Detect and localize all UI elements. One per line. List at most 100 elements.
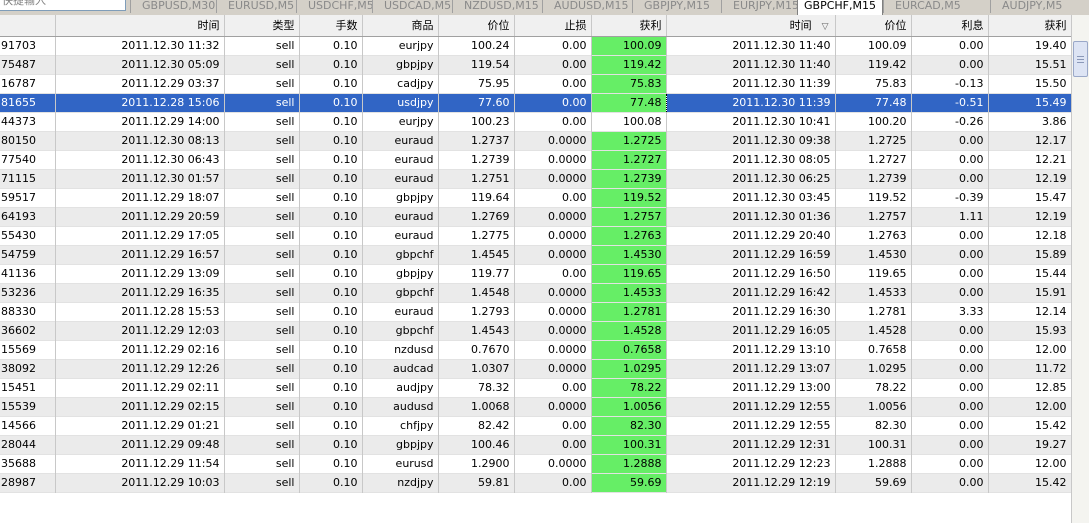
open-time-cell: 2011.12.30 08:13 bbox=[55, 131, 225, 150]
col-swap-header[interactable]: 利息 bbox=[911, 15, 989, 37]
table-row[interactable]: 16787 2011.12.29 03:37 sell 0.10 cadjpy 75.95… bbox=[0, 74, 1071, 93]
table-header-row: 时间 类型 手数 商品 价位 止损 获利 时间 ▽ 价位 利息 获利 bbox=[0, 15, 1071, 37]
vertical-scrollbar[interactable] bbox=[1071, 15, 1089, 523]
open-price-cell: 0.7670 bbox=[438, 340, 515, 359]
tab-audjpy-m5[interactable]: AUDJPY,M5 bbox=[990, 0, 1089, 13]
col-lots-header[interactable]: 手数 bbox=[299, 15, 363, 37]
table-row[interactable]: 91703 2011.12.30 11:32 sell 0.10 eurjpy 100.2… bbox=[0, 36, 1071, 55]
table-row[interactable]: 15539 2011.12.29 02:15 sell 0.10 audusd 1.006… bbox=[0, 397, 1071, 416]
lots-cell: 0.10 bbox=[299, 245, 363, 264]
lots-cell: 0.10 bbox=[299, 321, 363, 340]
col-stop-loss-header[interactable]: 止损 bbox=[514, 15, 592, 37]
open-time-cell: 2011.12.29 11:54 bbox=[55, 454, 225, 473]
type-cell: sell bbox=[224, 416, 300, 435]
table-row[interactable]: 75487 2011.12.30 05:09 sell 0.10 gbpjpy 119.5… bbox=[0, 55, 1071, 74]
chart-tab-strip: 快捷输入 GBPUSD,M30 EURUSD,M5 USDCHF,M5 USDCAD,… bbox=[0, 0, 1089, 16]
col-take-profit-header[interactable]: 获利 bbox=[591, 15, 667, 37]
table-row[interactable]: 81655 2011.12.28 15:06 sell 0.10 usdjpy 77.60… bbox=[0, 92, 1071, 113]
table-row[interactable]: 53236 2011.12.29 16:35 sell 0.10 gbpchf 1.454… bbox=[0, 283, 1071, 302]
col-close-price-header[interactable]: 价位 bbox=[835, 15, 912, 37]
stop-loss-cell: 0.0000 bbox=[514, 150, 592, 169]
swap-cell: 0.00 bbox=[911, 435, 989, 454]
close-price-cell: 77.48 bbox=[835, 93, 912, 112]
open-time-cell: 2011.12.28 15:06 bbox=[55, 93, 225, 112]
table-row[interactable]: 41136 2011.12.29 13:09 sell 0.10 gbpjpy 119.7… bbox=[0, 264, 1071, 283]
close-time-cell: 2011.12.30 09:38 bbox=[666, 131, 836, 150]
table-row[interactable]: 64193 2011.12.29 20:59 sell 0.10 euraud 1.276… bbox=[0, 207, 1071, 226]
col-type-header[interactable]: 类型 bbox=[224, 15, 300, 37]
tab-nzdusd-m15[interactable]: NZDUSD,M15 bbox=[452, 0, 542, 13]
take-profit-cell: 78.22 bbox=[591, 378, 667, 397]
table-row[interactable]: 71115 2011.12.30 01:57 sell 0.10 euraud 1.275… bbox=[0, 169, 1071, 188]
close-time-cell: 2011.12.29 12:19 bbox=[666, 473, 836, 492]
table-row[interactable]: 88330 2011.12.28 15:53 sell 0.10 euraud 1.279… bbox=[0, 302, 1071, 321]
table-row[interactable]: 15451 2011.12.29 02:11 sell 0.10 audjpy 78.32… bbox=[0, 378, 1071, 397]
profit-cell: 12.21 bbox=[988, 150, 1071, 169]
close-time-cell: 2011.12.29 20:40 bbox=[666, 226, 836, 245]
tab-gbpchf-m15[interactable]: GBPCHF,M15 bbox=[797, 0, 883, 15]
open-price-cell: 1.0307 bbox=[438, 359, 515, 378]
col-ticket-header[interactable] bbox=[0, 15, 56, 37]
table-row[interactable]: 28987 2011.12.29 10:03 sell 0.10 nzdjpy 59.81… bbox=[0, 473, 1071, 492]
lots-cell: 0.10 bbox=[299, 55, 363, 74]
table-row[interactable]: 77540 2011.12.30 06:43 sell 0.10 euraud 1.273… bbox=[0, 150, 1071, 169]
type-cell: sell bbox=[224, 378, 300, 397]
open-time-cell: 2011.12.30 01:57 bbox=[55, 169, 225, 188]
tab-usdcad-m5[interactable]: USDCAD,M5 bbox=[372, 0, 452, 13]
table-row[interactable]: 36602 2011.12.29 12:03 sell 0.10 gbpchf 1.454… bbox=[0, 321, 1071, 340]
symbol-cell: audjpy bbox=[362, 378, 439, 397]
table-row[interactable]: 35688 2011.12.29 11:54 sell 0.10 eurusd 1.290… bbox=[0, 454, 1071, 473]
table-row[interactable]: 80150 2011.12.30 08:13 sell 0.10 euraud 1.273… bbox=[0, 131, 1071, 150]
tab-eurjpy-m15[interactable]: EURJPY,M15 bbox=[721, 0, 797, 13]
table-row[interactable]: 44373 2011.12.29 14:00 sell 0.10 eurjpy 100.2… bbox=[0, 112, 1071, 131]
symbol-cell: nzdjpy bbox=[362, 473, 439, 492]
table-row[interactable]: 28044 2011.12.29 09:48 sell 0.10 gbpjpy 100.4… bbox=[0, 435, 1071, 454]
col-open-time-header[interactable]: 时间 bbox=[55, 15, 225, 37]
lots-cell: 0.10 bbox=[299, 226, 363, 245]
swap-cell: 3.33 bbox=[911, 302, 989, 321]
open-price-cell: 59.81 bbox=[438, 473, 515, 492]
ticket-cell: 36602 bbox=[0, 321, 56, 340]
table-row[interactable]: 15569 2011.12.29 02:16 sell 0.10 nzdusd 0.767… bbox=[0, 340, 1071, 359]
tab-usdchf-m5[interactable]: USDCHF,M5 bbox=[296, 0, 372, 13]
lots-cell: 0.10 bbox=[299, 131, 363, 150]
table-row[interactable]: 55430 2011.12.29 17:05 sell 0.10 euraud 1.277… bbox=[0, 226, 1071, 245]
open-time-cell: 2011.12.29 02:16 bbox=[55, 340, 225, 359]
header-label: 时间 bbox=[789, 19, 812, 33]
tab-gbpusd-m30[interactable]: GBPUSD,M30 bbox=[130, 0, 216, 13]
symbol-cell: eurusd bbox=[362, 454, 439, 473]
col-symbol-header[interactable]: 商品 bbox=[362, 15, 439, 37]
trade-history-grid: 时间 类型 手数 商品 价位 止损 获利 时间 ▽ 价位 利息 获利 91703 2011.12.30 … bbox=[0, 15, 1071, 523]
ticket-cell: 64193 bbox=[0, 207, 56, 226]
ticket-cell: 14566 bbox=[0, 416, 56, 435]
table-row[interactable]: 38092 2011.12.29 12:26 sell 0.10 audcad 1.030… bbox=[0, 359, 1071, 378]
type-cell: sell bbox=[224, 55, 300, 74]
col-close-time-header[interactable]: 时间 ▽ bbox=[666, 15, 836, 37]
close-time-cell: 2011.12.30 11:39 bbox=[666, 93, 836, 112]
tab-audusd-m15[interactable]: AUDUSD,M15 bbox=[542, 0, 632, 13]
col-open-price-header[interactable]: 价位 bbox=[438, 15, 515, 37]
open-time-cell: 2011.12.29 10:03 bbox=[55, 473, 225, 492]
ticket-cell: 38092 bbox=[0, 359, 56, 378]
stop-loss-cell: 0.00 bbox=[514, 112, 592, 131]
table-row[interactable]: 59517 2011.12.29 18:07 sell 0.10 gbpjpy 119.6… bbox=[0, 188, 1071, 207]
stop-loss-cell: 0.00 bbox=[514, 435, 592, 454]
ticket-cell: 15539 bbox=[0, 397, 56, 416]
table-row[interactable]: 54759 2011.12.29 16:57 sell 0.10 gbpchf 1.454… bbox=[0, 245, 1071, 264]
open-price-cell: 1.2751 bbox=[438, 169, 515, 188]
col-profit-header[interactable]: 获利 bbox=[988, 15, 1071, 37]
profit-cell: 15.44 bbox=[988, 264, 1071, 283]
tab-gbpjpy-m15[interactable]: GBPJPY,M15 bbox=[632, 0, 721, 13]
take-profit-cell: 100.31 bbox=[591, 435, 667, 454]
profit-cell: 3.86 bbox=[988, 112, 1071, 131]
tab-eurusd-m5[interactable]: EURUSD,M5 bbox=[216, 0, 296, 13]
take-profit-cell: 75.83 bbox=[591, 74, 667, 93]
quick-input-field[interactable]: 快捷输入 bbox=[0, 0, 126, 11]
scrollbar-thumb[interactable] bbox=[1073, 41, 1088, 77]
table-row[interactable]: 14566 2011.12.29 01:21 sell 0.10 chfjpy 82.42… bbox=[0, 416, 1071, 435]
tab-eurcad-m5[interactable]: EURCAD,M5 bbox=[883, 0, 990, 13]
take-profit-cell: 100.08 bbox=[591, 112, 667, 131]
close-price-cell: 1.0295 bbox=[835, 359, 912, 378]
stop-loss-cell: 0.00 bbox=[514, 74, 592, 93]
lots-cell: 0.10 bbox=[299, 36, 363, 55]
